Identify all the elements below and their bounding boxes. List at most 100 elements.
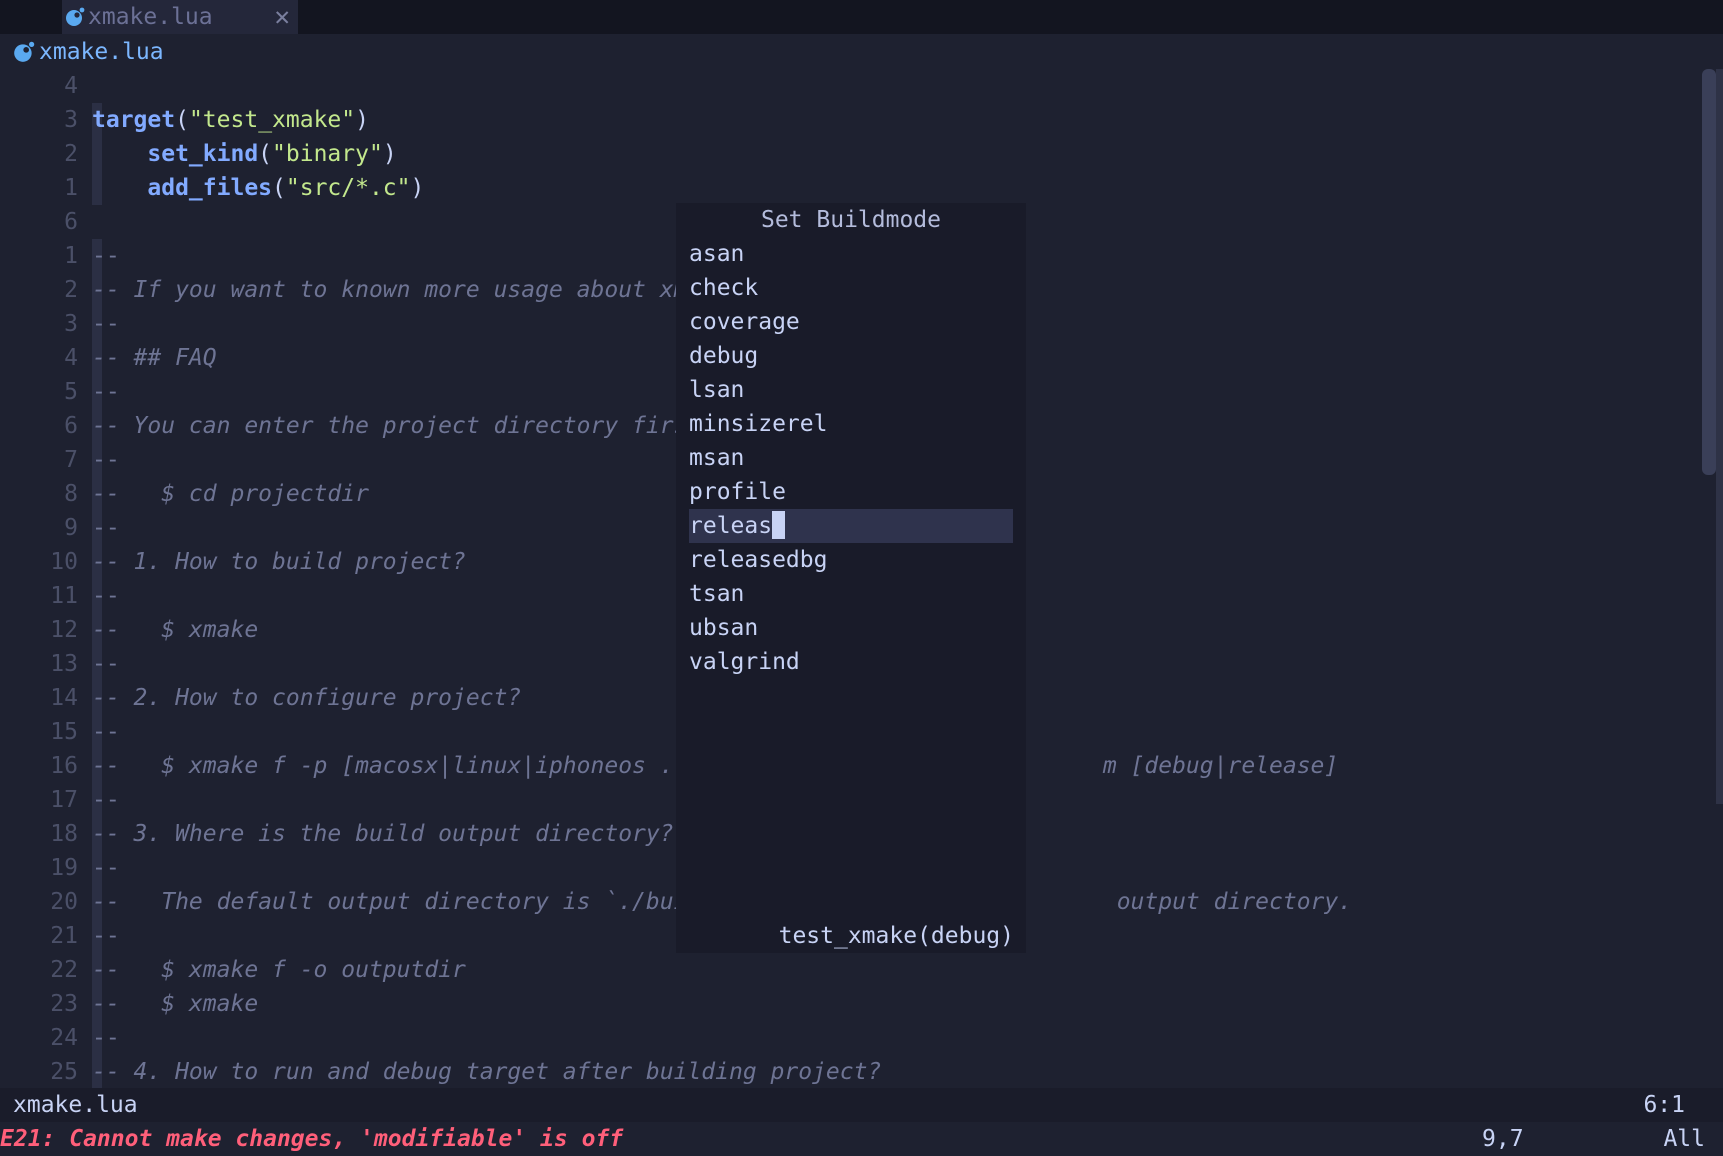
line-number: 10 [50,549,78,575]
line-number: 25 [50,1059,78,1085]
code-line[interactable]: 23 -- $ xmake [0,987,1700,1021]
code-line[interactable]: 4 [0,69,1700,103]
buildmode-option[interactable]: releasedbg [689,543,1013,577]
buildmode-option[interactable]: minsizerel [689,407,1013,441]
code-line[interactable]: 1 add_files("src/*.c") [0,171,1700,205]
line-number: 22 [50,957,78,983]
token: -- $ cd projectdir [92,481,369,507]
buildmode-option[interactable]: releas [689,509,1013,543]
line-text: -- 4. How to run and debug target after … [92,1055,881,1089]
line-text: -- [92,647,120,681]
token: -- [92,787,120,813]
buildmode-option-label: tsan [689,581,745,607]
line-number: 17 [50,787,78,813]
buildmode-option-label: msan [689,445,745,471]
token: -- 3. Where is the build output director… [92,821,674,847]
code-line[interactable]: 3 target("test_xmake") [0,103,1700,137]
line-number: 8 [64,481,78,507]
token: -- [92,447,120,473]
code-line[interactable]: 2 set_kind("binary") [0,137,1700,171]
token: "src/*.c" [285,175,411,201]
token: -- 1. How to build project? [92,549,466,575]
buildmode-option-label: coverage [689,309,800,335]
buildmode-option[interactable]: debug [689,339,1013,373]
picker-footer: test_xmake(debug) [778,923,1014,949]
token: "test_xmake" [188,107,356,133]
winbar: xmake.lua [0,35,164,69]
line-text: -- $ xmake [92,613,258,647]
line-number: 2 [64,141,78,167]
command-line[interactable]: E21: Cannot make changes, 'modifiable' i… [0,1122,1723,1156]
token: add_files [147,175,273,201]
line-number: 1 [64,175,78,201]
line-number: 7 [64,447,78,473]
token: ) [355,107,369,133]
scrollbar-track[interactable] [1716,69,1723,804]
buildmode-option[interactable]: tsan [689,577,1013,611]
buildmode-option-label: lsan [689,377,745,403]
token: -- ## FAQ [92,345,217,371]
buildmode-option-label: ubsan [689,615,759,641]
token: -- [92,855,120,881]
token: "binary" [272,141,383,167]
code-line[interactable]: 24 -- [0,1021,1700,1055]
scrollbar-thumb[interactable] [1702,69,1716,475]
scroll-percent: All [1663,1126,1705,1152]
token: -- [92,583,120,609]
token: -- [92,651,120,677]
buildmode-option[interactable]: msan [689,441,1013,475]
lua-moon-icon [14,41,35,62]
buildmode-option[interactable]: ubsan [689,611,1013,645]
cursor-ruler: 9,7 [1482,1126,1524,1152]
line-text: -- 3. Where is the build output director… [92,817,674,851]
line-text: -- [92,307,120,341]
code-line[interactable]: 25 -- 4. How to run and debug target afte… [0,1055,1700,1089]
line-text: -- [92,511,120,545]
line-text: -- $ cd projectdir [92,477,369,511]
line-text: set_kind("binary") [92,137,397,171]
buildmode-option[interactable]: coverage [689,305,1013,339]
token: ) [382,141,397,167]
buildmode-option[interactable]: check [689,271,1013,305]
token: -- You can enter the project directory f… [92,413,716,439]
token: -- [92,243,120,269]
line-number: 19 [50,855,78,881]
line-text: -- You can enter the project directory f… [92,409,715,443]
buildmode-option[interactable]: asan [689,237,1013,271]
line-number: 3 [64,311,78,337]
token: -- 2. How to configure project? [92,685,522,711]
buildmode-option[interactable]: profile [689,475,1013,509]
line-text: -- [92,579,120,613]
line-text: -- $ xmake [92,987,258,1021]
picker-title: Set Buildmode [760,207,941,233]
token: ( [272,175,286,201]
code-line[interactable]: 22 -- $ xmake f -o outputdir [0,953,1700,987]
line-number: 1 [64,243,78,269]
token: ) [410,175,425,201]
error-message: E21: Cannot make changes, 'modifiable' i… [0,1126,624,1152]
token: -- If you want to known more usage about… [92,277,716,303]
line-text: -- [92,715,120,749]
line-number: 12 [50,617,78,643]
statusline: xmake.lua 6:1 [0,1088,1723,1122]
tab-xmake-lua[interactable]: xmake.lua ✕ [62,0,298,34]
line-text: -- 2. How to configure project? [92,681,521,715]
text-cursor [772,510,786,539]
line-number: 13 [50,651,78,677]
line-number: 3 [64,107,78,133]
lua-moon-icon [66,7,85,26]
token: -- $ xmake [92,991,259,1017]
line-number: 9 [64,515,78,541]
line-text: target("test_xmake") [92,103,369,137]
close-icon[interactable]: ✕ [274,2,290,32]
buildmode-option-label: releasedbg [689,547,828,573]
token: -- $ xmake f -o outputdir [92,957,466,983]
winbar-filename: xmake.lua [39,39,164,65]
line-number: 6 [64,413,78,439]
buildmode-option-label: profile [689,479,786,505]
line-number: 23 [50,991,78,1017]
buildmode-option[interactable]: lsan [689,373,1013,407]
token: -- [92,1025,120,1051]
buildmode-option[interactable]: valgrind [689,645,1013,679]
